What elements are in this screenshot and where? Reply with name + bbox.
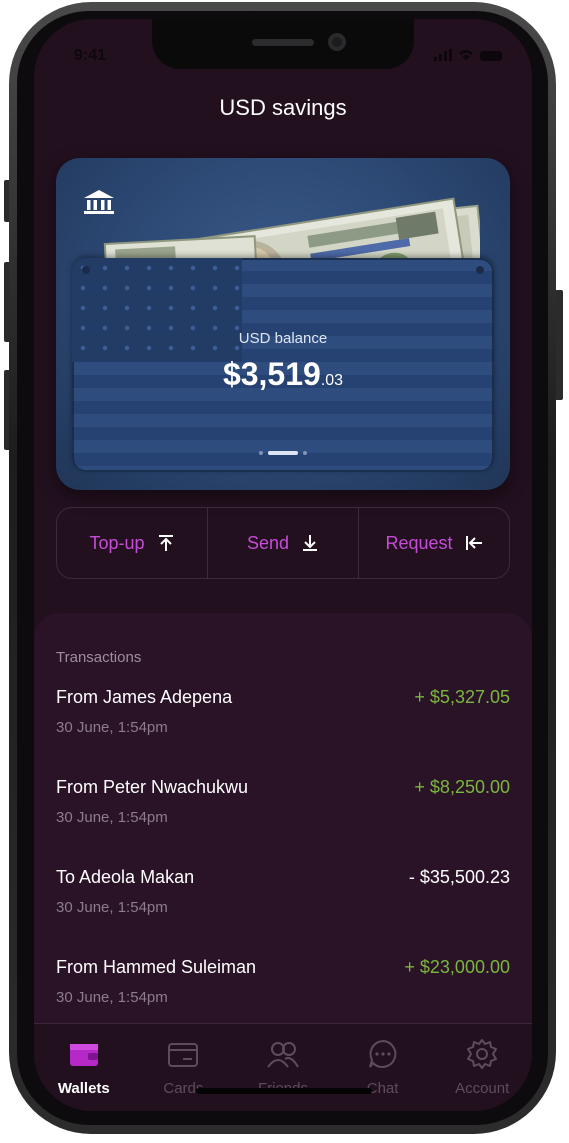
wifi-icon <box>459 50 473 61</box>
transaction-date: 30 June, 1:54pm <box>56 989 168 1006</box>
transaction-date: 30 June, 1:54pm <box>56 719 168 736</box>
arrow-down-to-bar-icon <box>303 535 318 551</box>
camera-notch <box>152 19 414 69</box>
nav-label-wallets: Wallets <box>57 1080 110 1097</box>
balance-main: $3,519 <box>222 356 321 392</box>
nav-wallets[interactable]: Wallets <box>34 1024 134 1111</box>
chat-icon <box>368 1039 396 1068</box>
signal-icon <box>434 49 452 61</box>
wallet-card[interactable]: USD balance $3,519.03 <box>56 158 510 490</box>
arrow-left-to-bar-icon <box>465 536 482 550</box>
page-dot[interactable] <box>259 451 263 455</box>
transactions-title: Transactions <box>56 649 142 666</box>
page-dot-active[interactable] <box>268 451 298 455</box>
transactions-panel: Transactions From James Adepena 30 June,… <box>34 613 532 1033</box>
send-label: Send <box>246 532 290 553</box>
balance-amount: $3,519.03 <box>56 356 510 393</box>
front-camera <box>328 33 346 51</box>
transaction-row[interactable]: From James Adepena 30 June, 1:54pm + $5,… <box>56 687 510 747</box>
nav-label-account: Account <box>455 1080 510 1097</box>
balance-label: USD balance <box>238 330 328 347</box>
topup-button[interactable]: Top-up <box>57 508 208 578</box>
battery-icon <box>480 51 502 61</box>
transaction-amount: + $5,327.05 <box>414 687 510 707</box>
nav-chat[interactable]: Chat <box>333 1024 433 1111</box>
transaction-row[interactable]: From Hammed Suleiman 30 June, 1:54pm + $… <box>56 957 510 1017</box>
wallet-actions: Top-up Send Request <box>56 507 510 579</box>
transaction-name: To Adeola Makan <box>56 867 195 887</box>
card-icon <box>168 1043 199 1067</box>
gear-icon <box>467 1039 498 1069</box>
earpiece-speaker <box>252 39 314 46</box>
bottom-nav: Wallets Cards Friends <box>34 1023 532 1111</box>
page-dot[interactable] <box>303 451 307 455</box>
transaction-amount: - $35,500.23 <box>408 867 510 887</box>
send-button[interactable]: Send <box>208 508 359 578</box>
request-button[interactable]: Request <box>359 508 509 578</box>
transaction-name: From Hammed Suleiman <box>56 957 257 977</box>
transaction-name: From Peter Nwachukwu <box>56 777 249 797</box>
friends-icon <box>267 1042 299 1068</box>
topup-label: Top-up <box>89 532 145 553</box>
request-label: Request <box>385 532 453 553</box>
page-indicator[interactable] <box>56 451 510 455</box>
transaction-name: From James Adepena <box>56 687 233 707</box>
rivet-right <box>476 266 484 274</box>
balance-cents: .03 <box>320 372 344 389</box>
app-screen: 9:41 USD savings USD balance $3,519.03 T… <box>34 19 532 1111</box>
power-button[interactable] <box>555 290 563 400</box>
rivet-left <box>82 266 90 274</box>
nav-friends[interactable]: Friends <box>233 1024 333 1111</box>
wallet-icon <box>69 1044 98 1066</box>
nav-account[interactable]: Account <box>432 1024 532 1111</box>
home-indicator[interactable] <box>196 1088 372 1094</box>
status-time: 9:41 <box>74 47 107 64</box>
transaction-date: 30 June, 1:54pm <box>56 809 168 826</box>
transaction-row[interactable]: To Adeola Makan 30 June, 1:54pm - $35,50… <box>56 867 510 927</box>
arrow-up-to-bar-icon <box>158 535 173 551</box>
status-icons <box>434 49 502 61</box>
transaction-amount: + $23,000.00 <box>404 957 510 977</box>
transaction-row[interactable]: From Peter Nwachukwu 30 June, 1:54pm + $… <box>56 777 510 837</box>
transaction-date: 30 June, 1:54pm <box>56 899 168 916</box>
nav-cards[interactable]: Cards <box>134 1024 234 1111</box>
transaction-amount: + $8,250.00 <box>414 777 510 797</box>
page-title: USD savings <box>219 95 347 120</box>
